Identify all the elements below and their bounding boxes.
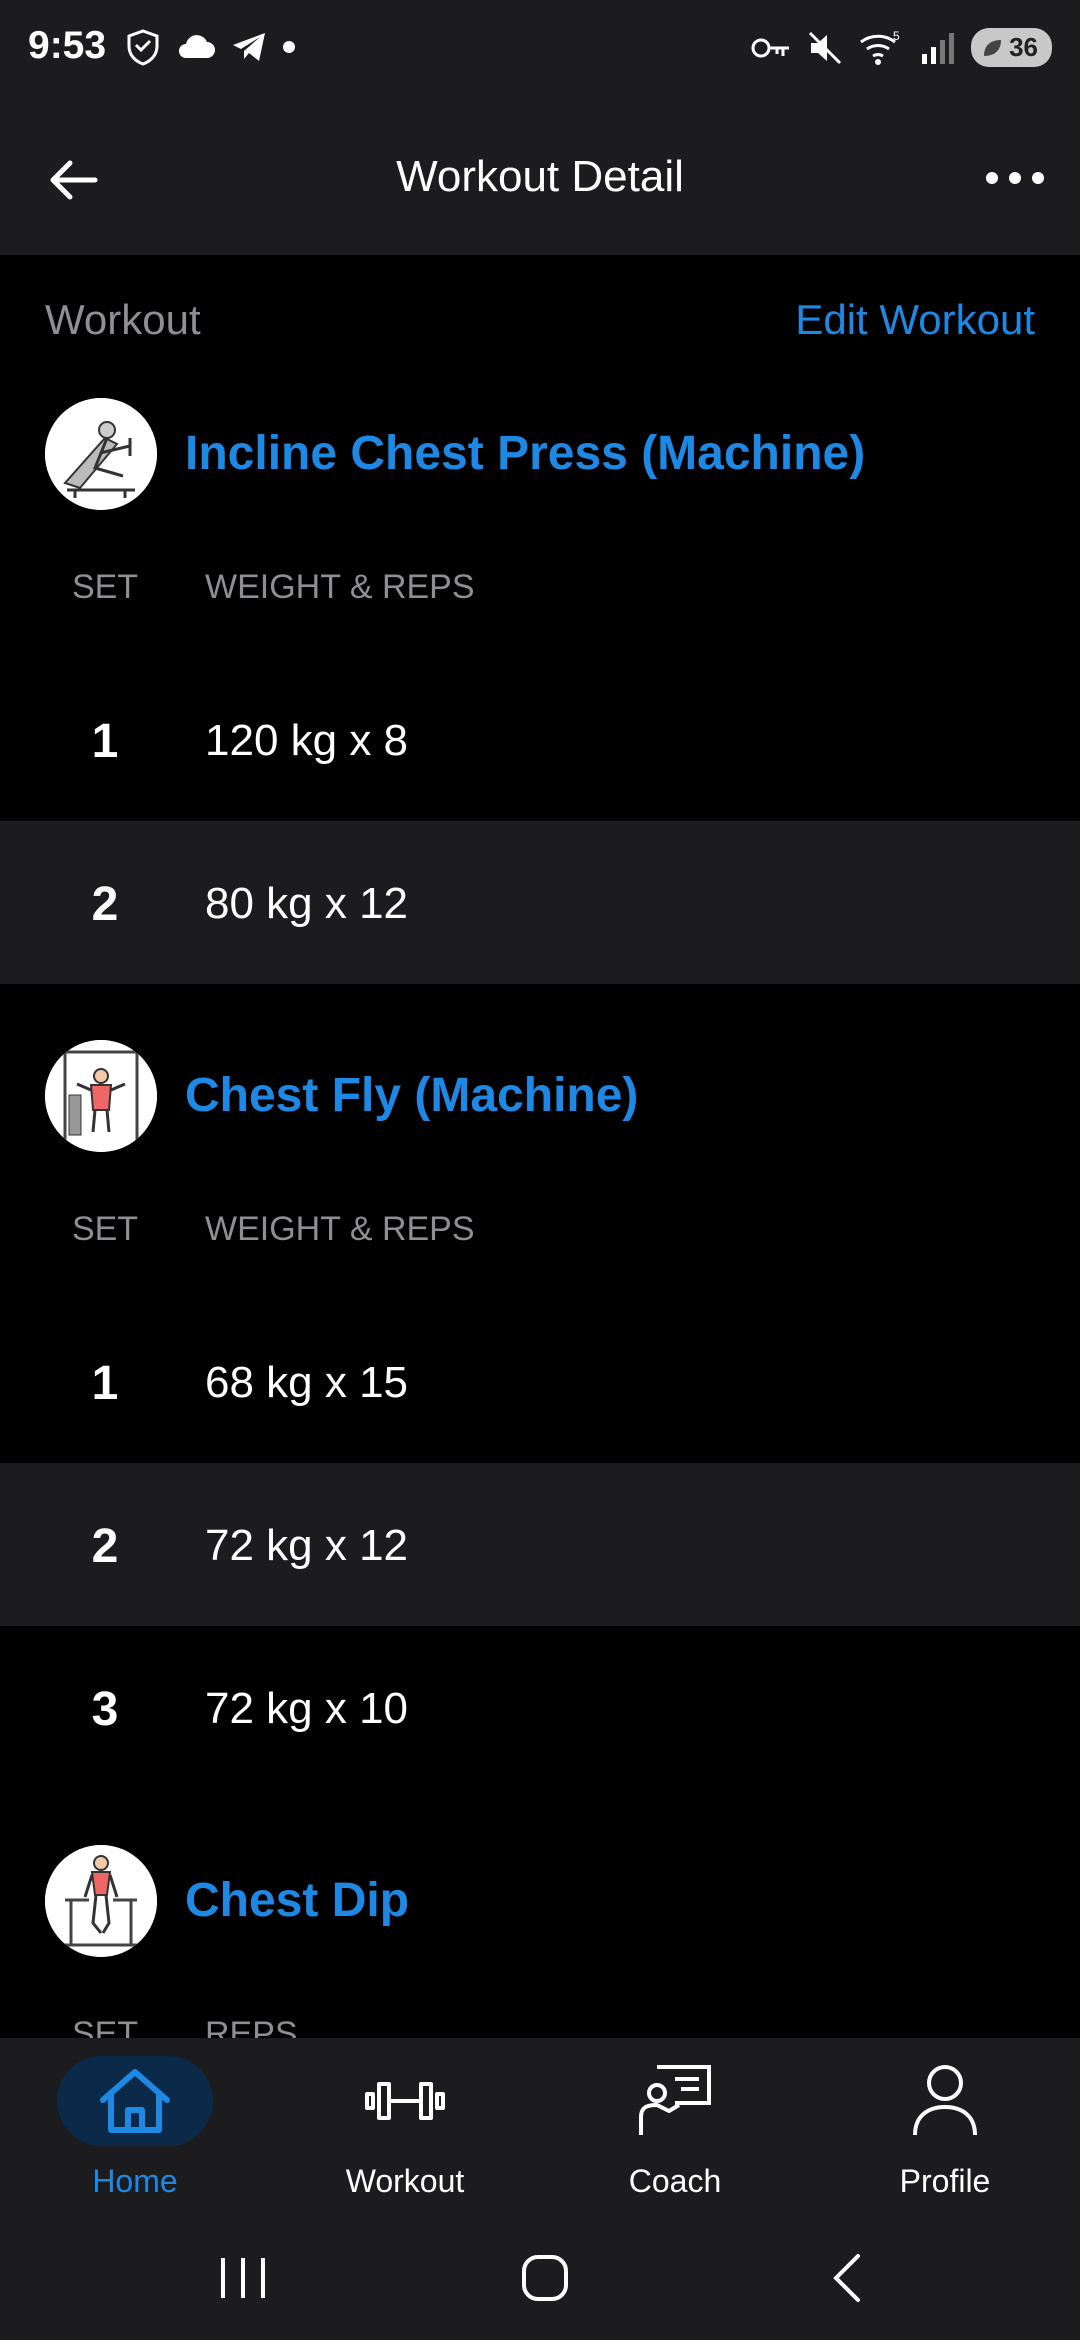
key-icon: [751, 38, 790, 57]
exercise-thumbnail: [45, 398, 157, 510]
chest-dip-illustration: [45, 1845, 157, 1957]
nav-label: Workout: [345, 2163, 465, 2199]
dumbbell-icon: [365, 2082, 445, 2120]
set-row: 1 120 kg x 8: [0, 658, 1080, 821]
nav-icon-pill: [597, 2056, 753, 2146]
exercise-card: Incline Chest Press (Machine) SET WEIGHT…: [0, 398, 1080, 984]
exercise-header[interactable]: Chest Fly (Machine): [0, 1040, 1080, 1160]
exercise-thumbnail: [45, 1040, 157, 1152]
set-number: 2: [91, 878, 119, 931]
nav-icon-pill: [867, 2056, 1023, 2146]
set-value: 72 kg x 10: [205, 1684, 409, 1733]
profile-icon: [913, 2065, 977, 2136]
nav-label: Profile: [899, 2163, 991, 2199]
section-header: Workout Edit Workout: [45, 290, 1035, 350]
mute-icon: [809, 31, 842, 64]
chest-fly-machine-illustration: [45, 1040, 157, 1152]
dot-icon: [283, 41, 295, 53]
leaf-icon: [984, 39, 1002, 56]
set-column-label: SET: [71, 1210, 139, 1248]
exercise-header[interactable]: Chest Dip: [0, 1845, 1080, 1965]
system-back-button[interactable]: [808, 2248, 888, 2308]
incline-press-machine-illustration: [45, 398, 157, 510]
set-row: 1 68 kg x 15: [0, 1300, 1080, 1463]
coach-icon: [639, 2065, 711, 2135]
recent-apps-button[interactable]: [203, 2248, 283, 2308]
battery-indicator: 36: [971, 28, 1052, 67]
battery-level: 36: [1009, 32, 1038, 62]
set-number: 3: [91, 1683, 119, 1736]
set-value: 80 kg x 12: [205, 879, 409, 928]
nav-item-workout[interactable]: Workout: [270, 2038, 540, 2218]
exercise-name: Incline Chest Press (Machine): [185, 427, 866, 480]
set-row: 2 80 kg x 12: [0, 821, 1080, 984]
cloud-icon: [179, 35, 215, 58]
set-row: 3 72 kg x 10: [0, 1626, 1080, 1789]
page-title: Workout Detail: [396, 152, 684, 201]
exercise-header[interactable]: Incline Chest Press (Machine): [0, 398, 1080, 518]
nav-item-coach[interactable]: Coach: [540, 2038, 810, 2218]
home-button[interactable]: [505, 2248, 585, 2308]
nav-item-home[interactable]: Home: [0, 2038, 270, 2218]
set-row: 2 72 kg x 12: [0, 1463, 1080, 1626]
set-number: 2: [91, 1520, 119, 1573]
recents-icon: [221, 2258, 265, 2298]
exercise-name: Chest Fly (Machine): [185, 1069, 639, 1122]
exercise-name: Chest Dip: [185, 1874, 410, 1927]
bottom-navigation: Home Workout Coach Profile: [0, 2038, 1080, 2218]
nav-icon-pill: [327, 2056, 483, 2146]
home-circle-icon: [522, 2255, 568, 2301]
set-number: 1: [91, 1357, 119, 1410]
set-value: 120 kg x 8: [205, 716, 409, 765]
status-notification-icons: [124, 28, 296, 66]
sets-column-header: SET WEIGHT & REPS: [0, 1160, 1080, 1300]
nav-label: Coach: [628, 2163, 722, 2199]
wifi-icon: 5: [860, 30, 900, 65]
set-value: 72 kg x 12: [205, 1521, 409, 1570]
set-value: 68 kg x 15: [205, 1358, 409, 1407]
shield-app-icon: [127, 29, 159, 66]
sets-column-header: SET WEIGHT & REPS: [0, 518, 1080, 658]
telegram-icon: [233, 33, 265, 61]
set-number: 1: [91, 715, 119, 768]
exercise-card: Chest Fly (Machine) SET WEIGHT & REPS 1 …: [0, 1040, 1080, 1789]
home-icon: [100, 2069, 170, 2133]
nav-label: Home: [92, 2163, 178, 2199]
edit-workout-link[interactable]: Edit Workout: [795, 296, 1035, 344]
weight-reps-column-label: WEIGHT & REPS: [205, 568, 475, 606]
status-time: 9:53: [28, 24, 107, 67]
exercise-thumbnail: [45, 1845, 157, 1957]
nav-item-profile[interactable]: Profile: [810, 2038, 1080, 2218]
system-navigation-bar: [0, 2218, 1080, 2340]
more-horizontal-icon: [986, 172, 1044, 184]
set-column-label: SET: [71, 568, 139, 606]
more-options-button[interactable]: [980, 150, 1050, 210]
chevron-left-icon: [833, 2254, 860, 2302]
signal-icon: [922, 32, 955, 64]
nav-icon-pill: [57, 2056, 213, 2146]
svg-text:5: 5: [893, 30, 900, 43]
status-system-icons: 5 36: [751, 28, 1052, 67]
status-bar: 9:53 5 36: [0, 0, 1080, 100]
section-label: Workout: [45, 296, 201, 343]
weight-reps-column-label: WEIGHT & REPS: [205, 1210, 475, 1248]
app-bar: Workout Detail: [0, 100, 1080, 255]
